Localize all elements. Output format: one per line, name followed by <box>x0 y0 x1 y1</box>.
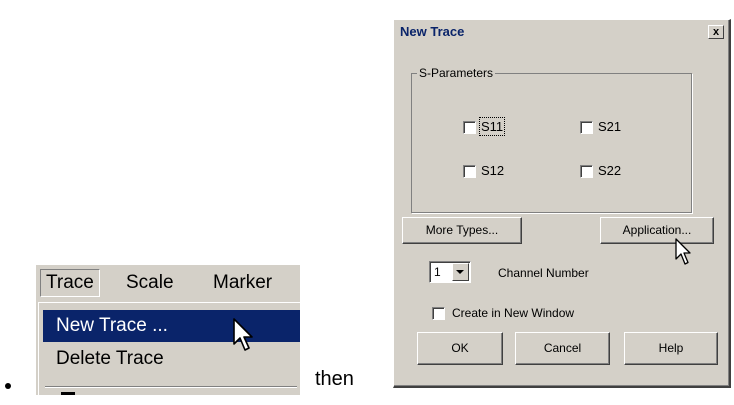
menu-separator <box>45 386 297 388</box>
list-bullet <box>5 383 11 389</box>
close-icon[interactable]: x <box>708 25 724 39</box>
menubar: Trace Scale Marker <box>36 265 300 301</box>
checkbox-s22[interactable] <box>580 165 593 178</box>
cancel-button[interactable]: Cancel <box>515 332 610 365</box>
menu-scale[interactable]: Scale <box>126 271 174 295</box>
mouse-pointer-icon <box>675 238 691 265</box>
checkbox-s21[interactable] <box>580 121 593 134</box>
help-button[interactable]: Help <box>624 332 718 365</box>
checkbox-s22-label: S22 <box>598 163 622 178</box>
new-trace-dialog: New Trace x S-Parameters S11 S21 S12 S22… <box>393 19 731 388</box>
trace-dropdown: New Trace ... Delete Trace <box>38 302 300 395</box>
create-new-window-label: Create in New Window <box>452 306 575 320</box>
more-types-button[interactable]: More Types... <box>402 217 522 244</box>
group-label: S-Parameters <box>417 66 496 80</box>
menu-item-new-trace[interactable]: New Trace ... <box>43 310 300 342</box>
cropped-menu-item <box>61 392 75 395</box>
checkbox-s11[interactable] <box>463 121 476 134</box>
channel-number-label: Channel Number <box>498 266 589 280</box>
dialog-title: New Trace <box>400 24 465 39</box>
menu-item-label: Delete Trace <box>56 348 164 369</box>
ok-button[interactable]: OK <box>417 332 503 365</box>
application-button[interactable]: Application... <box>600 217 714 244</box>
menu-trace[interactable]: Trace <box>40 269 100 297</box>
menu-item-delete-trace[interactable]: Delete Trace <box>43 343 300 375</box>
channel-number-select[interactable]: 1 <box>429 261 471 283</box>
menu-item-label: New Trace ... <box>56 315 168 336</box>
checkbox-s11-label: S11 <box>478 117 506 136</box>
trace-menu-crop: Trace Scale Marker New Trace ... Delete … <box>36 265 300 395</box>
channel-number-value: 1 <box>434 265 441 279</box>
connector-text: then <box>315 368 354 390</box>
dialog-titlebar: New Trace x <box>397 23 726 43</box>
mouse-pointer-icon <box>233 318 253 351</box>
checkbox-s12[interactable] <box>463 165 476 178</box>
checkbox-create-new-window[interactable] <box>432 307 445 320</box>
chevron-down-icon[interactable] <box>452 263 469 281</box>
menu-marker[interactable]: Marker <box>213 271 272 295</box>
checkbox-s21-label: S21 <box>598 119 622 134</box>
s-parameters-group: S-Parameters S11 S21 S12 S22 <box>411 66 692 213</box>
checkbox-s12-label: S12 <box>481 163 505 178</box>
